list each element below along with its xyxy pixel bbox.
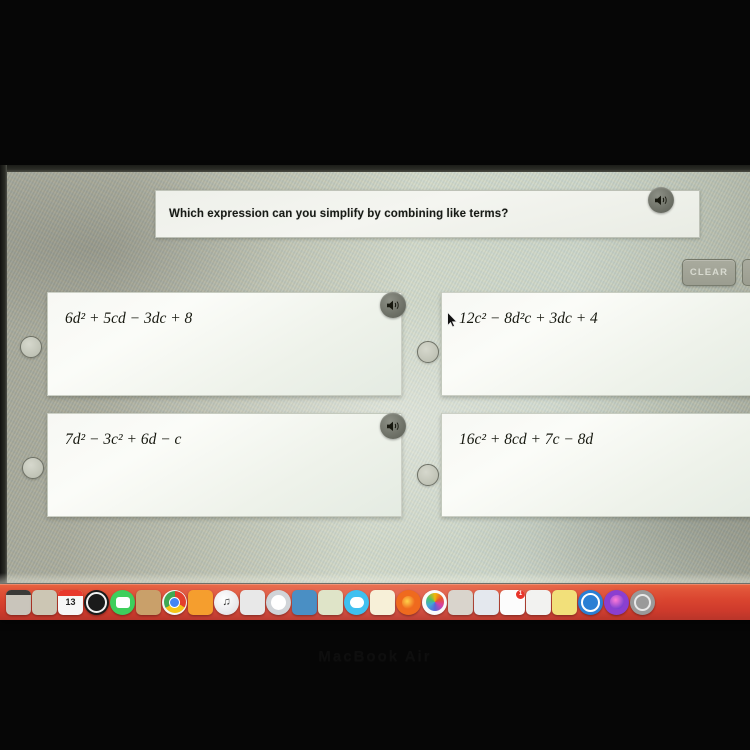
answer-option-d-text: 16c² + 8cd + 7c − 8d (459, 431, 594, 448)
dock-item-pages[interactable] (526, 589, 551, 615)
radio-button-option-a[interactable] (20, 336, 42, 358)
dock-item-contacts[interactable] (448, 589, 473, 615)
dock-item-messages[interactable] (344, 589, 369, 615)
speaker-icon-question[interactable] (648, 187, 674, 213)
macos-dock[interactable]: 13 ♫ 1 (0, 584, 750, 620)
video-camera-icon (115, 596, 130, 608)
dock-item-file-folder[interactable] (32, 589, 57, 615)
answer-option-a[interactable]: 6d² + 5cd − 3dc + 8 (47, 292, 402, 396)
dock-item-itunes[interactable]: ♫ (214, 589, 239, 615)
radio-button-option-b[interactable] (417, 341, 439, 363)
dock-item-keynote[interactable] (318, 589, 343, 615)
radio-button-option-c[interactable] (22, 457, 44, 479)
chrome-center (169, 596, 180, 608)
dock-item-stickies[interactable] (552, 589, 577, 615)
answer-option-b[interactable]: 12c² − 8d²c + 3dc + 4 (441, 292, 750, 396)
answer-option-c-text: 7d² − 3c² + 6d − c (65, 431, 182, 448)
dock-item-firefox[interactable] (396, 589, 421, 615)
dock-item-calendar[interactable]: 13 (58, 589, 83, 615)
dock-item-siri[interactable] (604, 589, 629, 615)
gear-icon (634, 593, 651, 611)
rocket-icon (271, 594, 286, 610)
question-text: Which expression can you simplify by com… (169, 208, 509, 220)
answer-option-b-text: 12c² − 8d²c + 3dc + 4 (459, 310, 598, 327)
dock-item-notes[interactable] (370, 589, 395, 615)
answer-option-c[interactable]: 7d² − 3c² + 6d − c (47, 413, 402, 517)
dock-item-facetime[interactable] (110, 589, 135, 615)
clear-button[interactable]: CLEAR (682, 259, 736, 286)
dock-item-glyph: ♫ (222, 596, 231, 608)
dock-item-preview[interactable] (292, 589, 317, 615)
dock-item-garageband[interactable] (136, 589, 161, 615)
compass-ring (86, 591, 107, 613)
device-bezel-label: MacBook Air (318, 648, 432, 665)
dock-item-photos[interactable] (422, 589, 447, 615)
message-bubble (349, 596, 364, 608)
clear-button-label: CLEAR (689, 267, 729, 278)
calendar-header-strip (58, 589, 83, 596)
dock-item-glyph: 13 (65, 597, 76, 607)
dock-item-photos-brush[interactable] (240, 589, 265, 615)
photograph-of-laptop: Which expression can you simplify by com… (0, 0, 750, 750)
dock-item-ibooks[interactable] (188, 589, 213, 615)
dock-item-google-chrome[interactable] (162, 589, 187, 615)
answer-option-d[interactable]: 16c² + 8cd + 7c − 8d (441, 413, 750, 517)
dock-item-safari-compass[interactable] (84, 589, 109, 615)
screen-top-edge (0, 165, 750, 172)
secondary-button-partial[interactable] (742, 259, 750, 286)
firefox-core (402, 595, 415, 609)
question-bar: Which expression can you simplify by com… (155, 190, 700, 238)
chrome-ring (163, 591, 186, 613)
speaker-icon-option-a[interactable] (380, 292, 406, 318)
speaker-icon-option-c[interactable] (380, 413, 406, 439)
dock-item-news[interactable] (474, 589, 499, 615)
dock-item-system-preferences[interactable] (630, 589, 655, 615)
siri-orb (609, 595, 624, 609)
dock-item-launchpad[interactable] (266, 589, 291, 615)
answer-option-a-text: 6d² + 5cd − 3dc + 8 (65, 310, 193, 327)
finder-top-strip (6, 589, 31, 595)
dock-item-safari[interactable] (578, 589, 603, 615)
dock-item-finder[interactable] (6, 589, 31, 615)
screen-left-edge (0, 165, 7, 583)
photos-pinwheel (425, 593, 444, 611)
dock-badge-count: 1 (515, 589, 525, 600)
safari-compass-ring (581, 592, 600, 612)
dock-item-reminders[interactable]: 1 (500, 589, 525, 615)
radio-button-option-d[interactable] (417, 464, 439, 486)
mouse-pointer-icon (447, 311, 458, 333)
